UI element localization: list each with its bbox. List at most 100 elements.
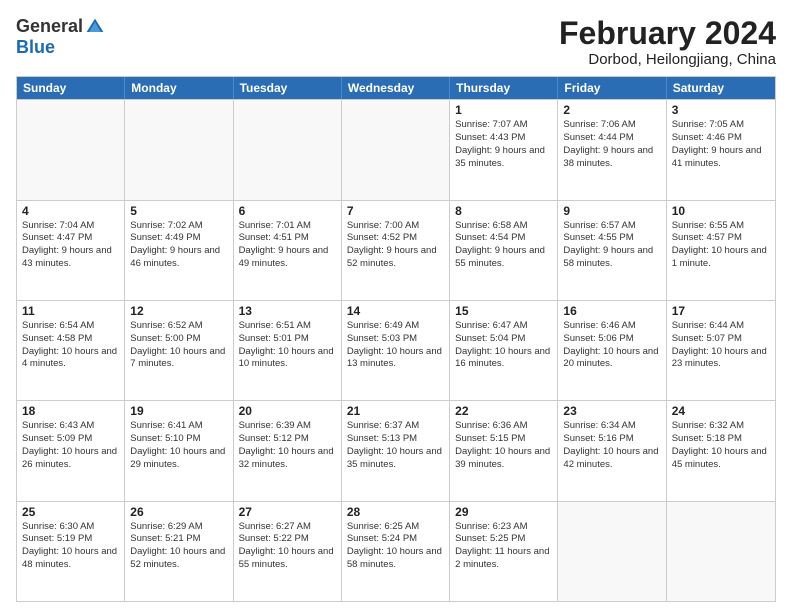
calendar-row: 11 Sunrise: 6:54 AMSunset: 4:58 PMDayligh… bbox=[17, 300, 775, 400]
day-info: Sunrise: 6:41 AMSunset: 5:10 PMDaylight:… bbox=[130, 420, 227, 471]
calendar-cell: 26 Sunrise: 6:29 AMSunset: 5:21 PMDayligh… bbox=[125, 502, 233, 601]
calendar-cell: 14 Sunrise: 6:49 AMSunset: 5:03 PMDayligh… bbox=[342, 301, 450, 400]
day-info: Sunrise: 6:37 AMSunset: 5:13 PMDaylight:… bbox=[347, 420, 444, 471]
day-info: Sunrise: 6:52 AMSunset: 5:00 PMDaylight:… bbox=[130, 320, 227, 371]
day-number: 26 bbox=[130, 505, 227, 519]
header-monday: Monday bbox=[125, 77, 233, 99]
calendar-cell: 4 Sunrise: 7:04 AMSunset: 4:47 PMDaylight… bbox=[17, 201, 125, 300]
calendar-cell: 18Sunrise: 6:43 AMSunset: 5:09 PMDayligh… bbox=[17, 401, 125, 500]
day-number: 25 bbox=[22, 505, 119, 519]
calendar-cell: 17Sunrise: 6:44 AMSunset: 5:07 PMDayligh… bbox=[667, 301, 775, 400]
calendar-cell: 19 Sunrise: 6:41 AMSunset: 5:10 PMDayligh… bbox=[125, 401, 233, 500]
header-tuesday: Tuesday bbox=[234, 77, 342, 99]
calendar-cell: 8Sunrise: 6:58 AMSunset: 4:54 PMDaylight… bbox=[450, 201, 558, 300]
logo-blue-text: Blue bbox=[16, 37, 55, 58]
day-number: 24 bbox=[672, 404, 770, 418]
calendar-cell: 7 Sunrise: 7:00 AMSunset: 4:52 PMDaylight… bbox=[342, 201, 450, 300]
day-number: 29 bbox=[455, 505, 552, 519]
day-info: Sunrise: 6:29 AMSunset: 5:21 PMDaylight:… bbox=[130, 521, 227, 572]
day-number: 20 bbox=[239, 404, 336, 418]
header-sunday: Sunday bbox=[17, 77, 125, 99]
month-title: February 2024 bbox=[559, 16, 776, 51]
calendar-cell: 3 Sunrise: 7:05 AMSunset: 4:46 PMDaylight… bbox=[667, 100, 775, 199]
day-number: 3 bbox=[672, 103, 770, 117]
calendar-cell bbox=[342, 100, 450, 199]
day-info: Sunrise: 6:58 AMSunset: 4:54 PMDaylight:… bbox=[455, 220, 552, 271]
day-info: Sunrise: 6:55 AMSunset: 4:57 PMDaylight:… bbox=[672, 220, 770, 271]
day-info: Sunrise: 6:30 AMSunset: 5:19 PMDaylight:… bbox=[22, 521, 119, 572]
logo-icon bbox=[85, 17, 105, 37]
day-info: Sunrise: 6:25 AMSunset: 5:24 PMDaylight:… bbox=[347, 521, 444, 572]
day-number: 16 bbox=[563, 304, 660, 318]
header-friday: Friday bbox=[558, 77, 666, 99]
day-info: Sunrise: 7:06 AMSunset: 4:44 PMDaylight:… bbox=[563, 119, 660, 170]
day-number: 5 bbox=[130, 204, 227, 218]
calendar-cell bbox=[558, 502, 666, 601]
calendar-cell bbox=[125, 100, 233, 199]
day-info: Sunrise: 6:23 AMSunset: 5:25 PMDaylight:… bbox=[455, 521, 552, 572]
day-number: 13 bbox=[239, 304, 336, 318]
calendar-header: Sunday Monday Tuesday Wednesday Thursday… bbox=[17, 77, 775, 99]
logo: General Blue bbox=[16, 16, 105, 58]
calendar-cell bbox=[667, 502, 775, 601]
calendar-row: 18Sunrise: 6:43 AMSunset: 5:09 PMDayligh… bbox=[17, 400, 775, 500]
calendar-row: 4 Sunrise: 7:04 AMSunset: 4:47 PMDaylight… bbox=[17, 200, 775, 300]
day-info: Sunrise: 6:51 AMSunset: 5:01 PMDaylight:… bbox=[239, 320, 336, 371]
day-info: Sunrise: 6:36 AMSunset: 5:15 PMDaylight:… bbox=[455, 420, 552, 471]
calendar-cell: 29 Sunrise: 6:23 AMSunset: 5:25 PMDayligh… bbox=[450, 502, 558, 601]
title-block: February 2024 Dorbod, Heilongjiang, Chin… bbox=[559, 16, 776, 68]
calendar-cell: 24 Sunrise: 6:32 AMSunset: 5:18 PMDayligh… bbox=[667, 401, 775, 500]
day-number: 2 bbox=[563, 103, 660, 117]
day-info: Sunrise: 6:32 AMSunset: 5:18 PMDaylight:… bbox=[672, 420, 770, 471]
calendar-cell: 6Sunrise: 7:01 AMSunset: 4:51 PMDaylight… bbox=[234, 201, 342, 300]
day-number: 10 bbox=[672, 204, 770, 218]
day-info: Sunrise: 6:43 AMSunset: 5:09 PMDaylight:… bbox=[22, 420, 119, 471]
calendar-cell bbox=[17, 100, 125, 199]
day-info: Sunrise: 7:00 AMSunset: 4:52 PMDaylight:… bbox=[347, 220, 444, 271]
calendar-cell: 28 Sunrise: 6:25 AMSunset: 5:24 PMDayligh… bbox=[342, 502, 450, 601]
day-info: Sunrise: 7:05 AMSunset: 4:46 PMDaylight:… bbox=[672, 119, 770, 170]
calendar-cell: 10 Sunrise: 6:55 AMSunset: 4:57 PMDayligh… bbox=[667, 201, 775, 300]
calendar-cell: 25 Sunrise: 6:30 AMSunset: 5:19 PMDayligh… bbox=[17, 502, 125, 601]
day-info: Sunrise: 7:04 AMSunset: 4:47 PMDaylight:… bbox=[22, 220, 119, 271]
calendar-cell: 27 Sunrise: 6:27 AMSunset: 5:22 PMDayligh… bbox=[234, 502, 342, 601]
day-number: 4 bbox=[22, 204, 119, 218]
day-info: Sunrise: 7:07 AMSunset: 4:43 PMDaylight:… bbox=[455, 119, 552, 170]
day-number: 11 bbox=[22, 304, 119, 318]
day-info: Sunrise: 6:57 AMSunset: 4:55 PMDaylight:… bbox=[563, 220, 660, 271]
day-info: Sunrise: 6:49 AMSunset: 5:03 PMDaylight:… bbox=[347, 320, 444, 371]
day-info: Sunrise: 6:46 AMSunset: 5:06 PMDaylight:… bbox=[563, 320, 660, 371]
logo-general-text: General bbox=[16, 16, 83, 37]
day-number: 22 bbox=[455, 404, 552, 418]
day-number: 23 bbox=[563, 404, 660, 418]
day-info: Sunrise: 7:01 AMSunset: 4:51 PMDaylight:… bbox=[239, 220, 336, 271]
day-number: 15 bbox=[455, 304, 552, 318]
day-number: 1 bbox=[455, 103, 552, 117]
location-title: Dorbod, Heilongjiang, China bbox=[559, 51, 776, 68]
header-saturday: Saturday bbox=[667, 77, 775, 99]
day-number: 7 bbox=[347, 204, 444, 218]
calendar-cell: 1 Sunrise: 7:07 AMSunset: 4:43 PMDaylight… bbox=[450, 100, 558, 199]
day-number: 21 bbox=[347, 404, 444, 418]
day-info: Sunrise: 6:27 AMSunset: 5:22 PMDaylight:… bbox=[239, 521, 336, 572]
day-info: Sunrise: 7:02 AMSunset: 4:49 PMDaylight:… bbox=[130, 220, 227, 271]
day-info: Sunrise: 6:44 AMSunset: 5:07 PMDaylight:… bbox=[672, 320, 770, 371]
header: General Blue February 2024 Dorbod, Heilo… bbox=[16, 16, 776, 68]
calendar-cell: 13 Sunrise: 6:51 AMSunset: 5:01 PMDayligh… bbox=[234, 301, 342, 400]
header-wednesday: Wednesday bbox=[342, 77, 450, 99]
calendar-row: 1 Sunrise: 7:07 AMSunset: 4:43 PMDaylight… bbox=[17, 99, 775, 199]
day-number: 27 bbox=[239, 505, 336, 519]
calendar-cell: 21 Sunrise: 6:37 AMSunset: 5:13 PMDayligh… bbox=[342, 401, 450, 500]
day-number: 12 bbox=[130, 304, 227, 318]
day-number: 19 bbox=[130, 404, 227, 418]
day-number: 9 bbox=[563, 204, 660, 218]
page: General Blue February 2024 Dorbod, Heilo… bbox=[0, 0, 792, 612]
calendar-cell: 20Sunrise: 6:39 AMSunset: 5:12 PMDayligh… bbox=[234, 401, 342, 500]
calendar-cell: 11 Sunrise: 6:54 AMSunset: 4:58 PMDayligh… bbox=[17, 301, 125, 400]
day-info: Sunrise: 6:54 AMSunset: 4:58 PMDaylight:… bbox=[22, 320, 119, 371]
calendar-cell: 23Sunrise: 6:34 AMSunset: 5:16 PMDayligh… bbox=[558, 401, 666, 500]
day-number: 28 bbox=[347, 505, 444, 519]
calendar-cell: 12 Sunrise: 6:52 AMSunset: 5:00 PMDayligh… bbox=[125, 301, 233, 400]
day-number: 14 bbox=[347, 304, 444, 318]
day-info: Sunrise: 6:47 AMSunset: 5:04 PMDaylight:… bbox=[455, 320, 552, 371]
